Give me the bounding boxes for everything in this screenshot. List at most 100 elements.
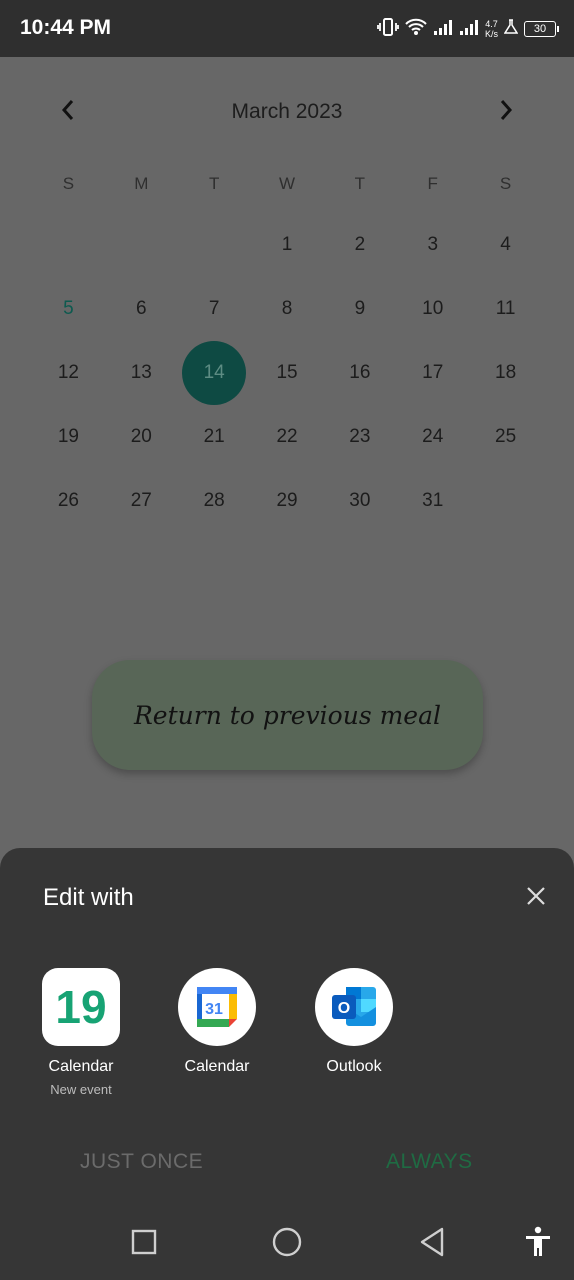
just-once-button[interactable]: JUST ONCE [80, 1150, 203, 1174]
app-label: Outlook [326, 1058, 382, 1075]
calendar-day[interactable]: 7 [178, 277, 251, 341]
calendar-day[interactable]: 28 [178, 469, 251, 533]
sheet-title: Edit with [43, 884, 134, 911]
calendar-empty-cell [469, 469, 542, 533]
calendar-day[interactable]: 31 [396, 469, 469, 533]
calendar-day[interactable]: 18 [469, 341, 542, 405]
calendar-day-number: 16 [349, 362, 371, 383]
calendar-day-number: 30 [349, 490, 371, 511]
calendar-day[interactable]: 21 [178, 405, 251, 469]
calendar-day-number: 2 [354, 234, 366, 255]
calendar-day[interactable]: 5 [32, 277, 105, 341]
app-sublabel: New event [50, 1082, 112, 1097]
calendar-week-row: 26 27 28 29 30 31 [32, 469, 542, 533]
lab-icon [503, 18, 519, 40]
calendar-day-number: 27 [130, 490, 152, 511]
calendar-day-number: 6 [136, 298, 147, 319]
calendar-day[interactable]: 14 [178, 341, 251, 405]
calendar-day[interactable]: 25 [469, 405, 542, 469]
calendar-day-number: 10 [422, 298, 444, 319]
signal-icon [433, 18, 453, 41]
status-icons: 4.7 K/s 30 [377, 16, 559, 42]
calendar-day[interactable]: 15 [251, 341, 324, 405]
dow-label: W [278, 174, 296, 193]
calendar-day-number: 4 [500, 234, 511, 255]
vibrate-icon [377, 17, 399, 42]
speed-unit: K/s [484, 29, 498, 39]
calendar-day[interactable]: 3 [396, 213, 469, 277]
calendar-day[interactable]: 12 [32, 341, 105, 405]
dow-label: T [354, 174, 366, 193]
back-icon [419, 1227, 445, 1262]
google-calendar-icon: 31 [178, 968, 256, 1046]
calendar-day[interactable]: 24 [396, 405, 469, 469]
return-to-previous-meal-button[interactable]: Return to previous meal [92, 660, 483, 770]
calendar-day-number: 23 [349, 426, 371, 447]
battery-level: 30 [533, 23, 547, 35]
close-button[interactable] [520, 882, 552, 914]
calendar-week-row: 19 20 21 22 23 24 25 [32, 405, 542, 469]
dow-label: T [208, 174, 220, 193]
calendar-week-row: 1 2 3 4 [32, 213, 542, 277]
calendar-day[interactable]: 13 [105, 341, 178, 405]
speed-value: 4.7 [485, 19, 498, 29]
calendar-day[interactable]: 6 [105, 277, 178, 341]
app-label: Calendar [48, 1058, 114, 1075]
chevron-right-icon [499, 99, 513, 126]
calendar-day[interactable]: 17 [396, 341, 469, 405]
calendar-day[interactable]: 22 [251, 405, 324, 469]
dow-label: S [62, 174, 75, 193]
calendar-day[interactable]: 10 [396, 277, 469, 341]
home-icon [272, 1227, 302, 1262]
calendar-empty-cell [32, 213, 105, 277]
calendar-day[interactable]: 11 [469, 277, 542, 341]
status-time: 10:44 PM [20, 16, 112, 39]
always-button[interactable]: ALWAYS [386, 1150, 473, 1174]
calendar-day-number: 24 [422, 426, 444, 447]
calendar-day[interactable]: 19 [32, 405, 105, 469]
calendar-day-number: 18 [495, 362, 517, 383]
calendar-day[interactable]: 27 [105, 469, 178, 533]
calendar-day-number: 12 [57, 362, 79, 383]
back-button[interactable] [414, 1226, 450, 1262]
accessibility-button[interactable] [520, 1226, 556, 1262]
home-button[interactable] [269, 1226, 305, 1262]
signal-icon [459, 18, 479, 41]
calendar-day-number: 20 [130, 426, 152, 447]
calendar-day[interactable]: 26 [32, 469, 105, 533]
recents-button[interactable] [126, 1226, 162, 1262]
calendar-day[interactable]: 1 [251, 213, 324, 277]
calendar-day-number: 26 [57, 490, 79, 511]
app-outlook[interactable]: O Outlook [304, 968, 404, 1076]
calendar-day[interactable]: 30 [323, 469, 396, 533]
calendar-19-icon: 19 [42, 968, 120, 1046]
calendar-day[interactable]: 8 [251, 277, 324, 341]
accessibility-icon [524, 1226, 552, 1263]
calendar-day-number: 5 [63, 298, 74, 319]
app-calendar-new-event[interactable]: 19 Calendar New event [31, 968, 131, 1097]
calendar-day-number: 28 [203, 490, 225, 511]
calendar-day[interactable]: 20 [105, 405, 178, 469]
calendar-day-number: 19 [57, 426, 79, 447]
dow-label: S [499, 174, 512, 193]
app-google-calendar[interactable]: 31 Calendar [167, 968, 267, 1076]
calendar-day[interactable]: 2 [323, 213, 396, 277]
calendar-day-number: 29 [276, 490, 298, 511]
network-speed: 4.7 K/s [485, 19, 498, 39]
calendar-day-number: 1 [281, 234, 293, 255]
calendar-empty-cell [178, 213, 251, 277]
calendar-day[interactable]: 16 [323, 341, 396, 405]
calendar-day-number: 21 [203, 426, 225, 447]
battery-icon: 30 [524, 21, 559, 37]
calendar-day[interactable]: 9 [323, 277, 396, 341]
calendar-day[interactable]: 4 [469, 213, 542, 277]
next-month-button[interactable] [484, 90, 528, 134]
navigation-bar [0, 1208, 574, 1280]
calendar-empty-cell [105, 213, 178, 277]
calendar-day[interactable]: 29 [251, 469, 324, 533]
calendar-day-number: 13 [130, 362, 152, 383]
calendar-day-number: 3 [427, 234, 439, 255]
calendar-grid: 1 2 3 4 5 6 7 8 9 10 11 12 13 14 15 16 17 18 19 20 21 22 23 24 2… [32, 213, 542, 533]
status-bar: 10:44 PM 4.7 K/s 30 [0, 0, 574, 57]
calendar-day[interactable]: 23 [323, 405, 396, 469]
